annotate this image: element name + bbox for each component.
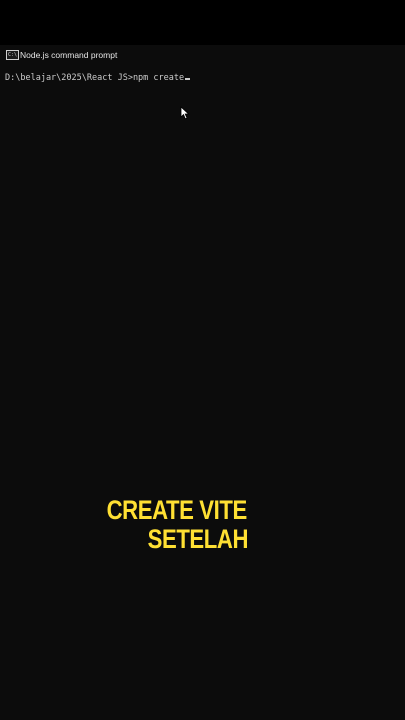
console-area[interactable]: D:\belajar\2025\React JS>npm create [0, 64, 405, 720]
command-input-text[interactable]: npm create [133, 73, 184, 83]
window-title-bar[interactable]: C:\ Node.js command prompt [0, 45, 405, 64]
text-caret [185, 78, 191, 80]
caption-line-2: SETELAH [147, 524, 249, 554]
video-top-bar [0, 0, 405, 45]
prompt-path: D:\belajar\2025\React JS> [5, 73, 133, 83]
window-title: Node.js command prompt [20, 49, 118, 60]
prompt-line: D:\belajar\2025\React JS>npm create [5, 73, 191, 83]
caption-line-1: CREATE VITE [106, 495, 248, 525]
mouse-pointer-icon [180, 106, 190, 120]
cmd-window-icon[interactable]: C:\ [6, 49, 19, 60]
